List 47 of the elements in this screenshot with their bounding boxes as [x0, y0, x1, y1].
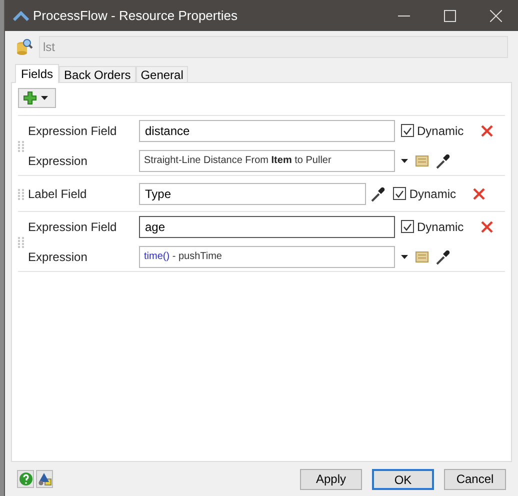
shapes-button[interactable] [36, 470, 53, 488]
dialog-button[interactable]: OK [372, 468, 434, 490]
shapes-icon [38, 472, 52, 486]
eyedropper-icon[interactable] [436, 248, 450, 264]
tab[interactable]: Back Orders [59, 66, 136, 82]
field-label: Expression Field [28, 122, 118, 140]
dialog-button[interactable]: Cancel [444, 468, 506, 490]
drag-handle-icon[interactable] [18, 188, 24, 200]
app-logo-icon [13, 10, 29, 20]
add-field-button[interactable] [18, 88, 56, 108]
text-field[interactable]: Type [139, 182, 366, 204]
close-icon[interactable] [490, 10, 502, 22]
maximize-icon[interactable] [444, 10, 456, 22]
dynamic-checkbox[interactable] [401, 220, 414, 233]
database-search-icon [15, 38, 33, 56]
window-title: ProcessFlow - Resource Properties [33, 6, 238, 25]
tab[interactable]: General [136, 66, 188, 82]
checkbox-label: Dynamic [417, 122, 464, 140]
tab[interactable]: Fields [15, 64, 60, 83]
drag-handle-icon[interactable] [18, 236, 24, 248]
delete-icon[interactable] [480, 124, 493, 136]
plus-icon [23, 91, 37, 105]
text-field[interactable]: distance [139, 120, 395, 142]
dynamic-checkbox[interactable] [401, 124, 414, 137]
drag-handle-icon[interactable] [18, 140, 24, 152]
field-label: Expression [28, 152, 88, 170]
checkbox-label: Dynamic [409, 186, 456, 202]
caret-icon [41, 96, 48, 100]
dialog-button[interactable]: Apply [300, 468, 362, 490]
text-field[interactable]: age [139, 216, 395, 238]
eyedropper-icon[interactable] [436, 152, 450, 168]
field-label: Expression [28, 248, 88, 266]
delete-icon[interactable] [473, 188, 485, 200]
dropdown-caret-icon[interactable] [401, 254, 408, 258]
expression-field[interactable]: Straight-Line Distance From Item to Puller [139, 150, 395, 172]
help-icon [18, 472, 32, 486]
dropdown-caret-icon[interactable] [401, 158, 408, 162]
eyedropper-icon[interactable] [371, 186, 386, 202]
field-label: Expression Field [28, 218, 118, 236]
help-button[interactable] [17, 470, 34, 488]
delete-icon[interactable] [480, 220, 493, 232]
checkbox-label: Dynamic [417, 218, 464, 236]
scroll-icon[interactable] [414, 248, 430, 264]
field-label: Label Field [28, 186, 88, 202]
expression-field[interactable]: time() - pushTime [139, 246, 395, 268]
dynamic-checkbox[interactable] [393, 187, 406, 200]
scroll-icon[interactable] [414, 152, 430, 168]
